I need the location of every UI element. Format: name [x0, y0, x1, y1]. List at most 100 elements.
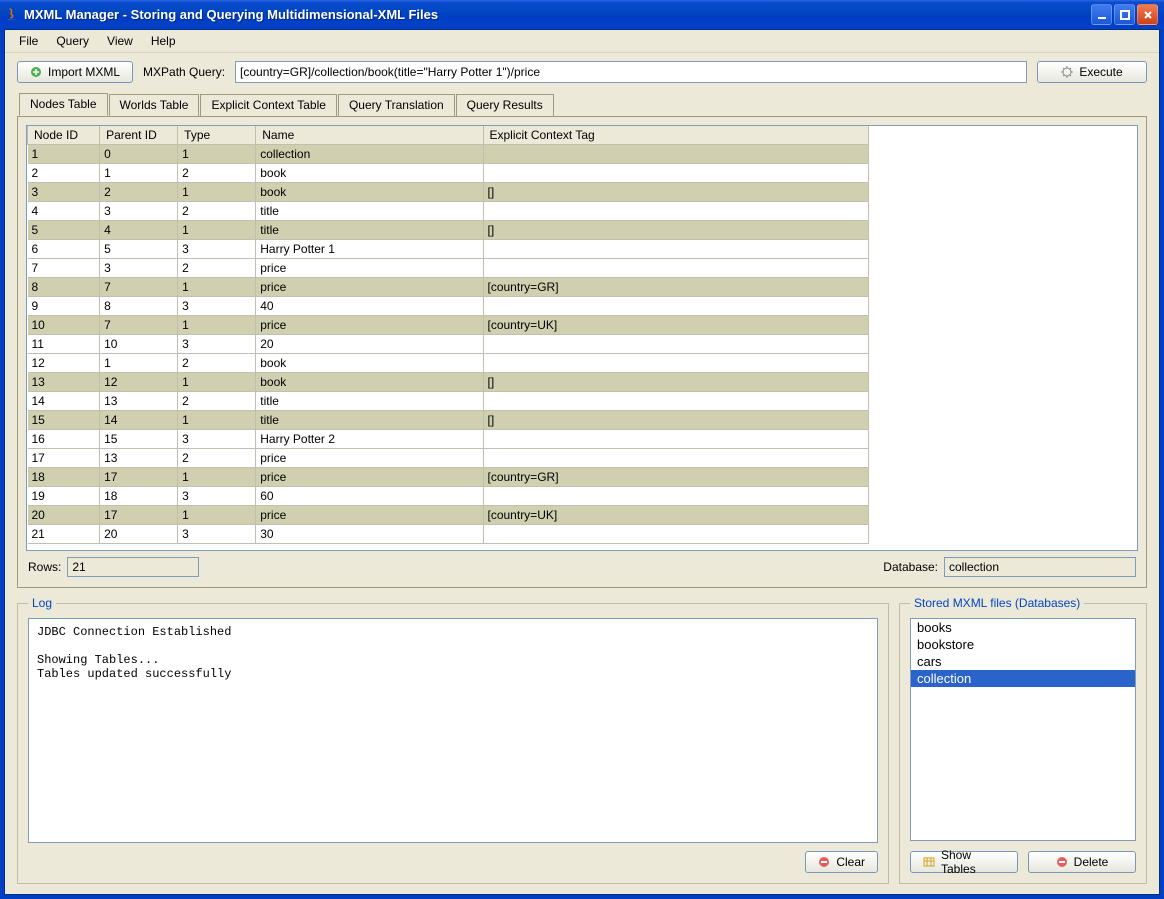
table-row[interactable]: 212book	[28, 164, 869, 183]
table-row[interactable]: 2120330	[28, 525, 869, 544]
table-cell: 1	[178, 278, 256, 297]
col-context[interactable]: Explicit Context Tag	[483, 126, 869, 145]
table-cell: [country=GR]	[483, 278, 869, 297]
table-cell: collection	[256, 145, 483, 164]
table-cell	[483, 449, 869, 468]
table-cell: [country=GR]	[483, 468, 869, 487]
table-row[interactable]: 101collection	[28, 145, 869, 164]
show-tables-button[interactable]: Show Tables	[910, 851, 1018, 873]
table-row[interactable]: 653Harry Potter 1	[28, 240, 869, 259]
execute-label: Execute	[1079, 65, 1122, 79]
table-cell: 9	[28, 297, 100, 316]
execute-button[interactable]: Execute	[1037, 61, 1147, 83]
rows-label: Rows:	[28, 560, 61, 574]
query-input[interactable]	[235, 61, 1027, 83]
stored-item[interactable]: books	[911, 619, 1135, 636]
close-button[interactable]	[1137, 4, 1158, 25]
menu-file[interactable]: File	[11, 33, 46, 49]
table-cell: Harry Potter 1	[256, 240, 483, 259]
menu-view[interactable]: View	[99, 33, 141, 49]
java-icon	[4, 7, 20, 23]
import-mxml-button[interactable]: Import MXML	[17, 61, 133, 83]
import-label: Import MXML	[48, 65, 120, 79]
table-cell: 2	[178, 449, 256, 468]
table-cell: 15	[100, 430, 178, 449]
table-row[interactable]: 871price[country=GR]	[28, 278, 869, 297]
table-scroll[interactable]: Node ID Parent ID Type Name Explicit Con…	[26, 125, 1138, 551]
table-icon	[923, 856, 935, 868]
table-cell: title	[256, 392, 483, 411]
table-cell: title	[256, 221, 483, 240]
clear-log-button[interactable]: Clear	[805, 851, 878, 873]
table-cell: 11	[28, 335, 100, 354]
delete-icon	[1056, 856, 1068, 868]
delete-button[interactable]: Delete	[1028, 851, 1136, 873]
table-cell: 4	[100, 221, 178, 240]
table-row[interactable]: 20171price[country=UK]	[28, 506, 869, 525]
table-cell: 30	[256, 525, 483, 544]
tab-query-translation[interactable]: Query Translation	[338, 94, 455, 117]
table-cell: 2	[178, 354, 256, 373]
table-row[interactable]: 17132price	[28, 449, 869, 468]
table-row[interactable]: 541title[]	[28, 221, 869, 240]
table-row[interactable]: 732price	[28, 259, 869, 278]
col-type[interactable]: Type	[178, 126, 256, 145]
table-row[interactable]: 18171price[country=GR]	[28, 468, 869, 487]
tab-explicit-context[interactable]: Explicit Context Table	[200, 94, 337, 117]
table-cell: book	[256, 183, 483, 202]
titlebar: MXML Manager - Storing and Querying Mult…	[0, 0, 1164, 29]
table-cell: book	[256, 164, 483, 183]
db-label: Database:	[883, 560, 938, 574]
table-cell: 1	[28, 145, 100, 164]
tab-query-results[interactable]: Query Results	[456, 94, 554, 117]
table-cell: 40	[256, 297, 483, 316]
tab-nodes-table[interactable]: Nodes Table	[19, 93, 108, 116]
table-cell: 3	[28, 183, 100, 202]
table-cell: [country=UK]	[483, 316, 869, 335]
table-cell: 2	[28, 164, 100, 183]
tab-worlds-table[interactable]: Worlds Table	[109, 94, 200, 117]
table-cell	[483, 297, 869, 316]
table-row[interactable]: 1212book	[28, 354, 869, 373]
table-cell: 2	[100, 183, 178, 202]
maximize-button[interactable]	[1114, 4, 1135, 25]
table-row[interactable]: 432title	[28, 202, 869, 221]
table-row[interactable]: 14132title	[28, 392, 869, 411]
toolbar: Import MXML MXPath Query: Execute	[5, 53, 1159, 89]
table-row[interactable]: 15141title[]	[28, 411, 869, 430]
menu-help[interactable]: Help	[143, 33, 184, 49]
col-name[interactable]: Name	[256, 126, 483, 145]
table-cell: 13	[100, 392, 178, 411]
table-row[interactable]: 98340	[28, 297, 869, 316]
table-row[interactable]: 13121book[]	[28, 373, 869, 392]
minimize-button[interactable]	[1091, 4, 1112, 25]
table-cell: 1	[178, 411, 256, 430]
table-cell	[483, 240, 869, 259]
table-cell: 18	[28, 468, 100, 487]
col-node-id[interactable]: Node ID	[28, 126, 100, 145]
table-cell: 1	[178, 316, 256, 335]
table-cell: 2	[178, 392, 256, 411]
menu-query[interactable]: Query	[48, 33, 97, 49]
table-header-row: Node ID Parent ID Type Name Explicit Con…	[28, 126, 869, 145]
log-textarea[interactable]: JDBC Connection Established Showing Tabl…	[28, 618, 878, 843]
table-cell	[483, 259, 869, 278]
table-cell: 20	[100, 525, 178, 544]
table-cell	[483, 164, 869, 183]
clear-label: Clear	[836, 855, 865, 869]
stored-item[interactable]: collection	[911, 670, 1135, 687]
table-row[interactable]: 1071price[country=UK]	[28, 316, 869, 335]
stored-item[interactable]: cars	[911, 653, 1135, 670]
col-parent-id[interactable]: Parent ID	[100, 126, 178, 145]
import-icon	[30, 66, 42, 78]
table-cell: [country=UK]	[483, 506, 869, 525]
table-cell: 18	[100, 487, 178, 506]
table-row[interactable]: 1110320	[28, 335, 869, 354]
table-row[interactable]: 1918360	[28, 487, 869, 506]
table-cell: 14	[28, 392, 100, 411]
stored-list[interactable]: booksbookstorecarscollection	[910, 618, 1136, 841]
table-cell: 60	[256, 487, 483, 506]
stored-item[interactable]: bookstore	[911, 636, 1135, 653]
table-row[interactable]: 16153Harry Potter 2	[28, 430, 869, 449]
table-row[interactable]: 321book[]	[28, 183, 869, 202]
